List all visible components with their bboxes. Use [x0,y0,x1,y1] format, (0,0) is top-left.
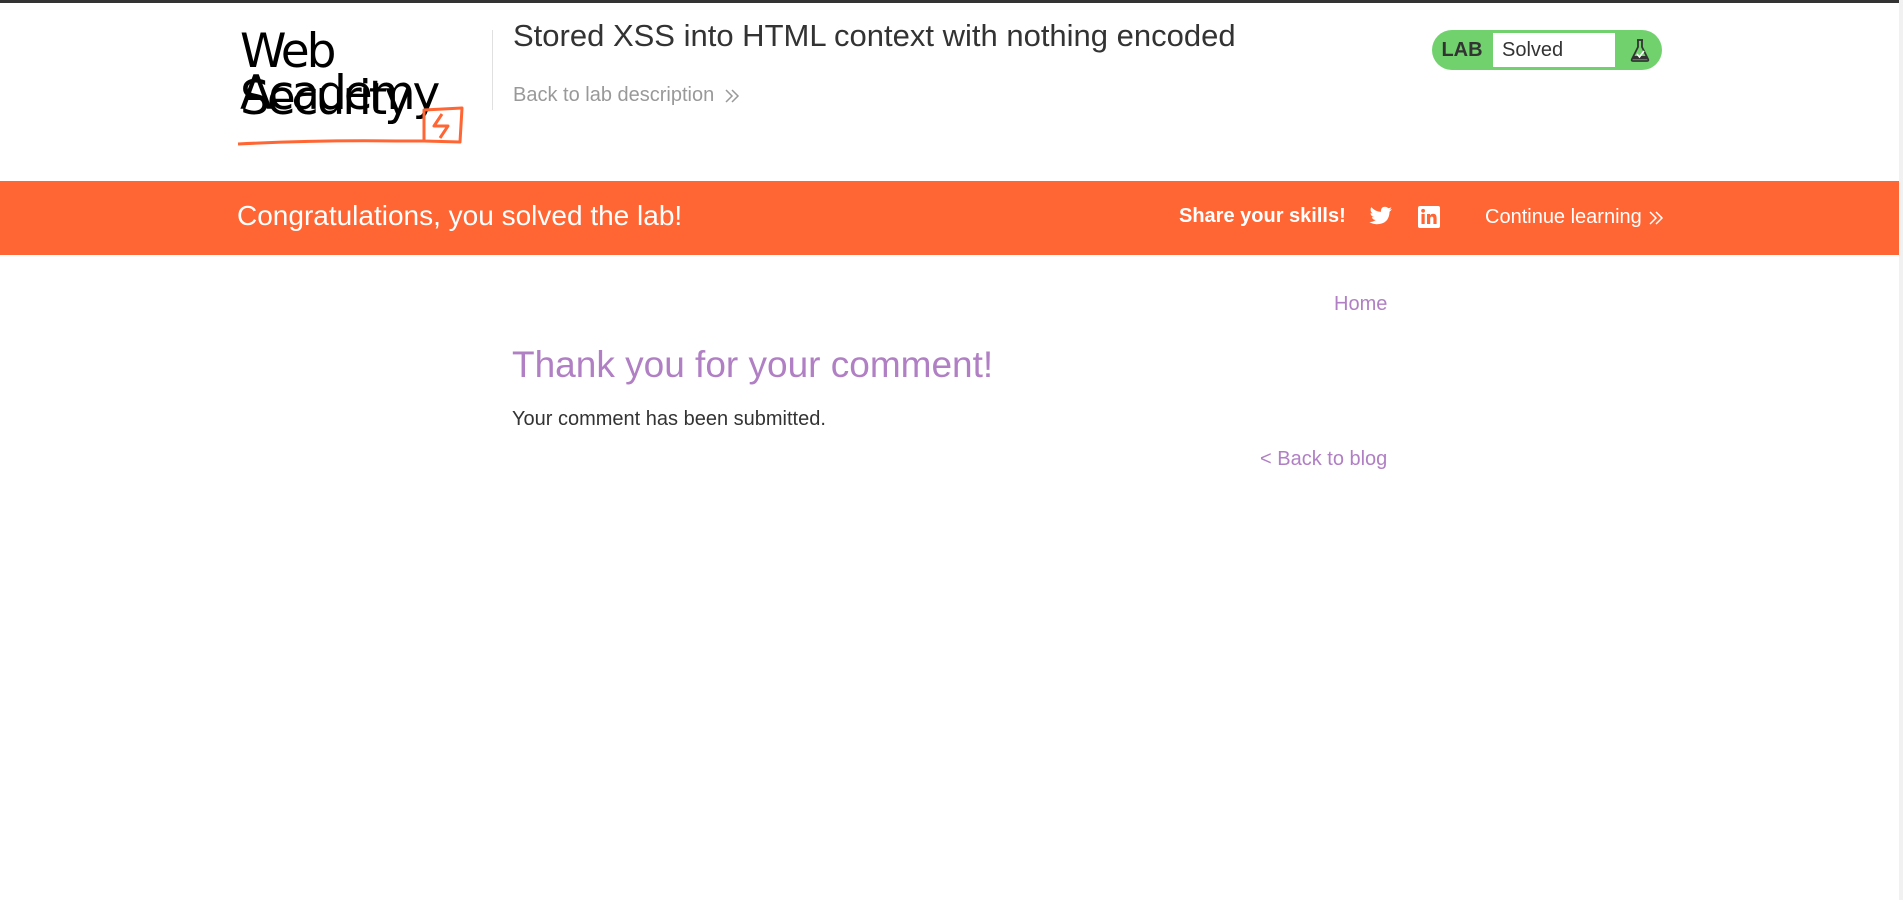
lab-status-text: Solved [1493,33,1615,67]
logo-mark-icon [237,106,464,146]
share-label: Share your skills! [1179,205,1346,227]
academy-logo[interactable]: Web Security Academy [236,28,496,146]
lab-status-widget: LAB Solved [1432,30,1662,70]
lab-badge: LAB [1441,39,1483,61]
submitted-message: Your comment has been submitted. [512,408,826,430]
linkedin-icon[interactable] [1418,206,1440,233]
back-to-description-link[interactable]: Back to lab description [513,84,740,107]
continue-learning-label: Continue learning [1485,206,1642,228]
chevron-double-right-icon [725,88,740,103]
chevron-double-right-icon [1649,210,1663,225]
continue-learning-link[interactable]: Continue learning [1485,206,1664,229]
flask-icon [1618,30,1662,70]
back-to-description-label: Back to lab description [513,84,715,106]
home-link[interactable]: Home [1334,293,1387,316]
top-border [0,0,1903,3]
congratulations-message: Congratulations, you solved the lab! [237,200,683,231]
page-heading: Thank you for your comment! [512,344,994,385]
lab-title: Stored XSS into HTML context with nothin… [513,18,1236,53]
back-to-blog-link[interactable]: < Back to blog [1260,448,1387,471]
scrollbar[interactable] [1899,0,1903,900]
page: Web Security Academy Stored XSS into HTM… [0,0,1903,900]
header-divider [492,30,493,110]
twitter-icon[interactable] [1369,206,1393,233]
